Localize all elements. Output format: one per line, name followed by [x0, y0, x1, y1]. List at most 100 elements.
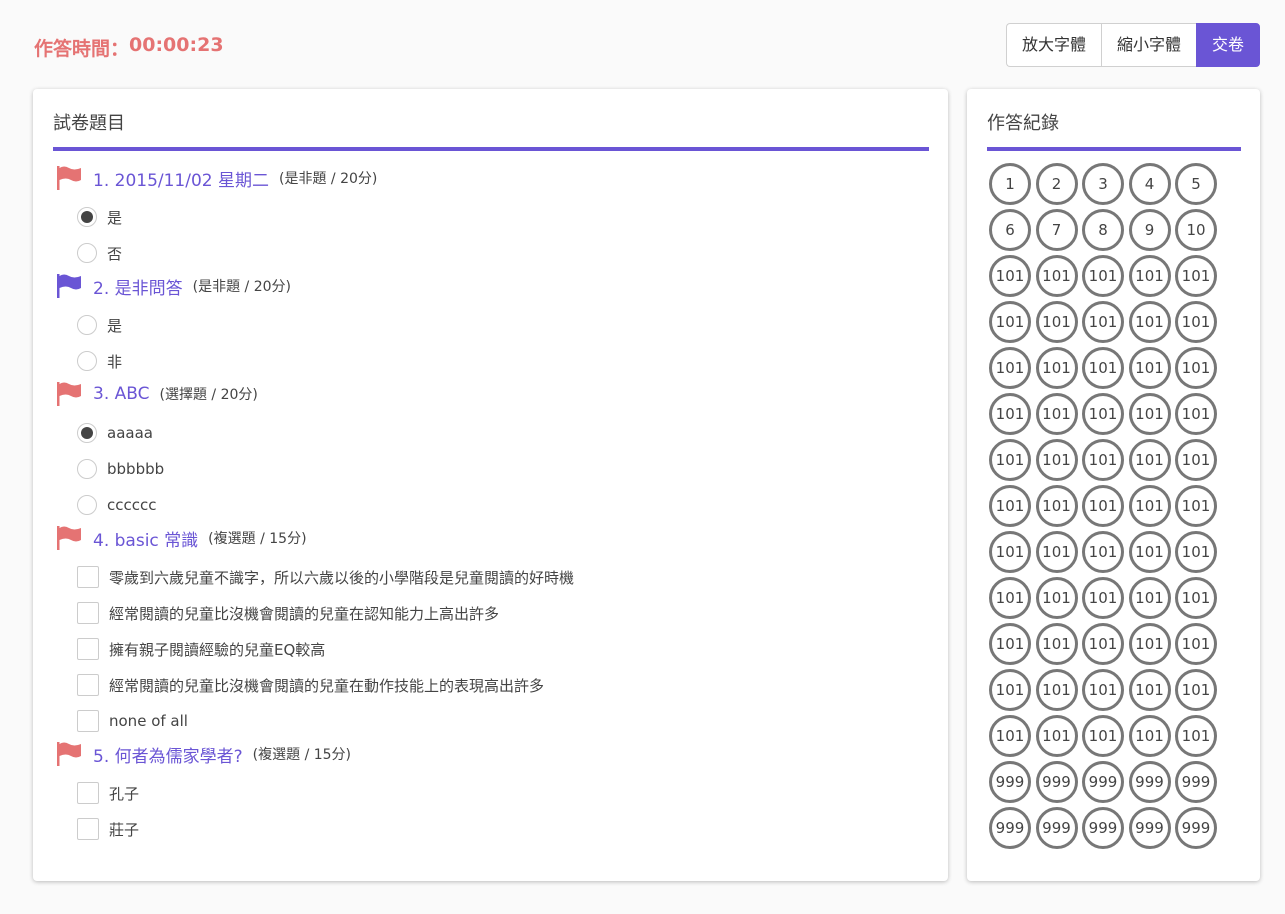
answer-record-item[interactable]: 101 — [1035, 715, 1078, 757]
answer-record-item[interactable]: 101 — [989, 347, 1031, 389]
answer-record-item[interactable]: 7 — [1035, 209, 1078, 251]
answer-option[interactable]: 經常閱讀的兒童比沒機會閱讀的兒童在動作技能上的表現高出許多 — [55, 667, 948, 703]
checkbox[interactable] — [77, 818, 99, 840]
answer-option[interactable]: aaaaa — [55, 415, 948, 451]
answer-record-item[interactable]: 101 — [1175, 301, 1217, 343]
answer-record-item[interactable]: 5 — [1175, 163, 1217, 205]
answer-option[interactable]: cccccc — [55, 487, 948, 523]
answer-record-item[interactable]: 101 — [1035, 531, 1078, 573]
radio-button[interactable] — [77, 459, 97, 479]
answer-record-item[interactable]: 9 — [1128, 209, 1171, 251]
answer-record-item[interactable]: 101 — [1082, 623, 1124, 665]
answer-option[interactable]: 擁有親子閱讀經驗的兒童EQ較高 — [55, 631, 948, 667]
answer-record-item[interactable]: 101 — [1175, 255, 1217, 297]
answer-record-item[interactable]: 4 — [1128, 163, 1171, 205]
answer-record-item[interactable]: 2 — [1035, 163, 1078, 205]
answer-record-item[interactable]: 999 — [1175, 807, 1217, 849]
answer-option[interactable]: 非 — [55, 343, 948, 379]
checkbox[interactable] — [77, 638, 99, 660]
answer-record-item[interactable]: 101 — [989, 301, 1031, 343]
answer-record-item[interactable]: 10 — [1175, 209, 1217, 251]
answer-record-item[interactable]: 101 — [1128, 439, 1171, 481]
answer-record-item[interactable]: 101 — [1128, 485, 1171, 527]
answer-record-item[interactable]: 999 — [1082, 807, 1124, 849]
answer-record-item[interactable]: 101 — [1175, 531, 1217, 573]
answer-record-item[interactable]: 101 — [1035, 439, 1078, 481]
radio-button[interactable] — [77, 423, 97, 443]
checkbox[interactable] — [77, 710, 99, 732]
answer-record-item[interactable]: 999 — [1128, 761, 1171, 803]
answer-record-item[interactable]: 101 — [1082, 347, 1124, 389]
flag-icon[interactable] — [55, 381, 83, 407]
zoom-in-font-button[interactable]: 放大字體 — [1005, 23, 1101, 67]
answer-record-item[interactable]: 101 — [1035, 301, 1078, 343]
zoom-out-font-button[interactable]: 縮小字體 — [1100, 23, 1196, 67]
answer-record-item[interactable]: 101 — [1035, 669, 1078, 711]
answer-record-item[interactable]: 101 — [1128, 347, 1171, 389]
answer-record-item[interactable]: 101 — [1175, 439, 1217, 481]
flag-icon[interactable] — [55, 165, 83, 191]
flag-icon[interactable] — [55, 741, 83, 767]
submit-exam-button[interactable]: 交卷 — [1195, 23, 1260, 67]
answer-record-item[interactable]: 3 — [1082, 163, 1124, 205]
answer-record-item[interactable]: 8 — [1082, 209, 1124, 251]
flag-icon[interactable] — [55, 273, 83, 299]
checkbox[interactable] — [77, 602, 99, 624]
answer-record-item[interactable]: 999 — [989, 761, 1031, 803]
radio-button[interactable] — [77, 495, 97, 515]
answer-record-item[interactable]: 101 — [989, 623, 1031, 665]
answer-record-item[interactable]: 101 — [989, 577, 1031, 619]
answer-record-item[interactable]: 101 — [1035, 485, 1078, 527]
answer-record-item[interactable]: 6 — [989, 209, 1031, 251]
radio-button[interactable] — [77, 207, 97, 227]
checkbox[interactable] — [77, 674, 99, 696]
answer-record-item[interactable]: 101 — [1082, 577, 1124, 619]
answer-record-item[interactable]: 999 — [1128, 807, 1171, 849]
answer-record-item[interactable]: 101 — [1035, 393, 1078, 435]
flag-icon[interactable] — [55, 525, 83, 551]
answer-record-item[interactable]: 999 — [1082, 761, 1124, 803]
answer-record-item[interactable]: 999 — [1035, 807, 1078, 849]
answer-record-item[interactable]: 101 — [1082, 715, 1124, 757]
answer-record-item[interactable]: 999 — [1035, 761, 1078, 803]
answer-option[interactable]: 孔子 — [55, 775, 948, 811]
answer-option[interactable]: 是 — [55, 199, 948, 235]
answer-record-item[interactable]: 101 — [989, 531, 1031, 573]
answer-record-item[interactable]: 101 — [1175, 669, 1217, 711]
answer-record-item[interactable]: 101 — [1128, 531, 1171, 573]
answer-record-item[interactable]: 101 — [1128, 301, 1171, 343]
answer-record-item[interactable]: 101 — [1175, 393, 1217, 435]
answer-record-item[interactable]: 101 — [1082, 301, 1124, 343]
answer-record-item[interactable]: 101 — [1082, 255, 1124, 297]
answer-option[interactable]: 否 — [55, 235, 948, 271]
answer-option[interactable]: 經常閱讀的兒童比沒機會閱讀的兒童在認知能力上高出許多 — [55, 595, 948, 631]
checkbox[interactable] — [77, 566, 99, 588]
answer-record-item[interactable]: 101 — [1175, 347, 1217, 389]
answer-option[interactable]: none of all — [55, 703, 948, 739]
answer-record-item[interactable]: 101 — [1035, 577, 1078, 619]
answer-record-item[interactable]: 101 — [1082, 439, 1124, 481]
answer-option[interactable]: 是 — [55, 307, 948, 343]
answer-record-item[interactable]: 101 — [989, 669, 1031, 711]
answer-record-item[interactable]: 101 — [1128, 715, 1171, 757]
answer-record-item[interactable]: 101 — [989, 393, 1031, 435]
answer-record-item[interactable]: 101 — [1035, 255, 1078, 297]
answer-record-item[interactable]: 101 — [1175, 623, 1217, 665]
answer-record-item[interactable]: 101 — [1128, 669, 1171, 711]
answer-record-item[interactable]: 101 — [989, 439, 1031, 481]
answer-option[interactable]: 零歲到六歲兒童不識字，所以六歲以後的小學階段是兒童閱讀的好時機 — [55, 559, 948, 595]
radio-button[interactable] — [77, 351, 97, 371]
answer-record-item[interactable]: 101 — [1035, 623, 1078, 665]
answer-option[interactable]: 莊子 — [55, 811, 948, 847]
answer-record-item[interactable]: 101 — [989, 255, 1031, 297]
answer-record-item[interactable]: 101 — [1035, 347, 1078, 389]
answer-record-item[interactable]: 101 — [1082, 393, 1124, 435]
answer-record-item[interactable]: 101 — [1175, 577, 1217, 619]
answer-record-item[interactable]: 101 — [1082, 669, 1124, 711]
answer-record-item[interactable]: 101 — [1128, 577, 1171, 619]
answer-record-item[interactable]: 101 — [1128, 393, 1171, 435]
answer-record-item[interactable]: 101 — [1175, 485, 1217, 527]
answer-record-item[interactable]: 101 — [1128, 623, 1171, 665]
answer-record-item[interactable]: 101 — [1082, 485, 1124, 527]
answer-record-item[interactable]: 999 — [1175, 761, 1217, 803]
